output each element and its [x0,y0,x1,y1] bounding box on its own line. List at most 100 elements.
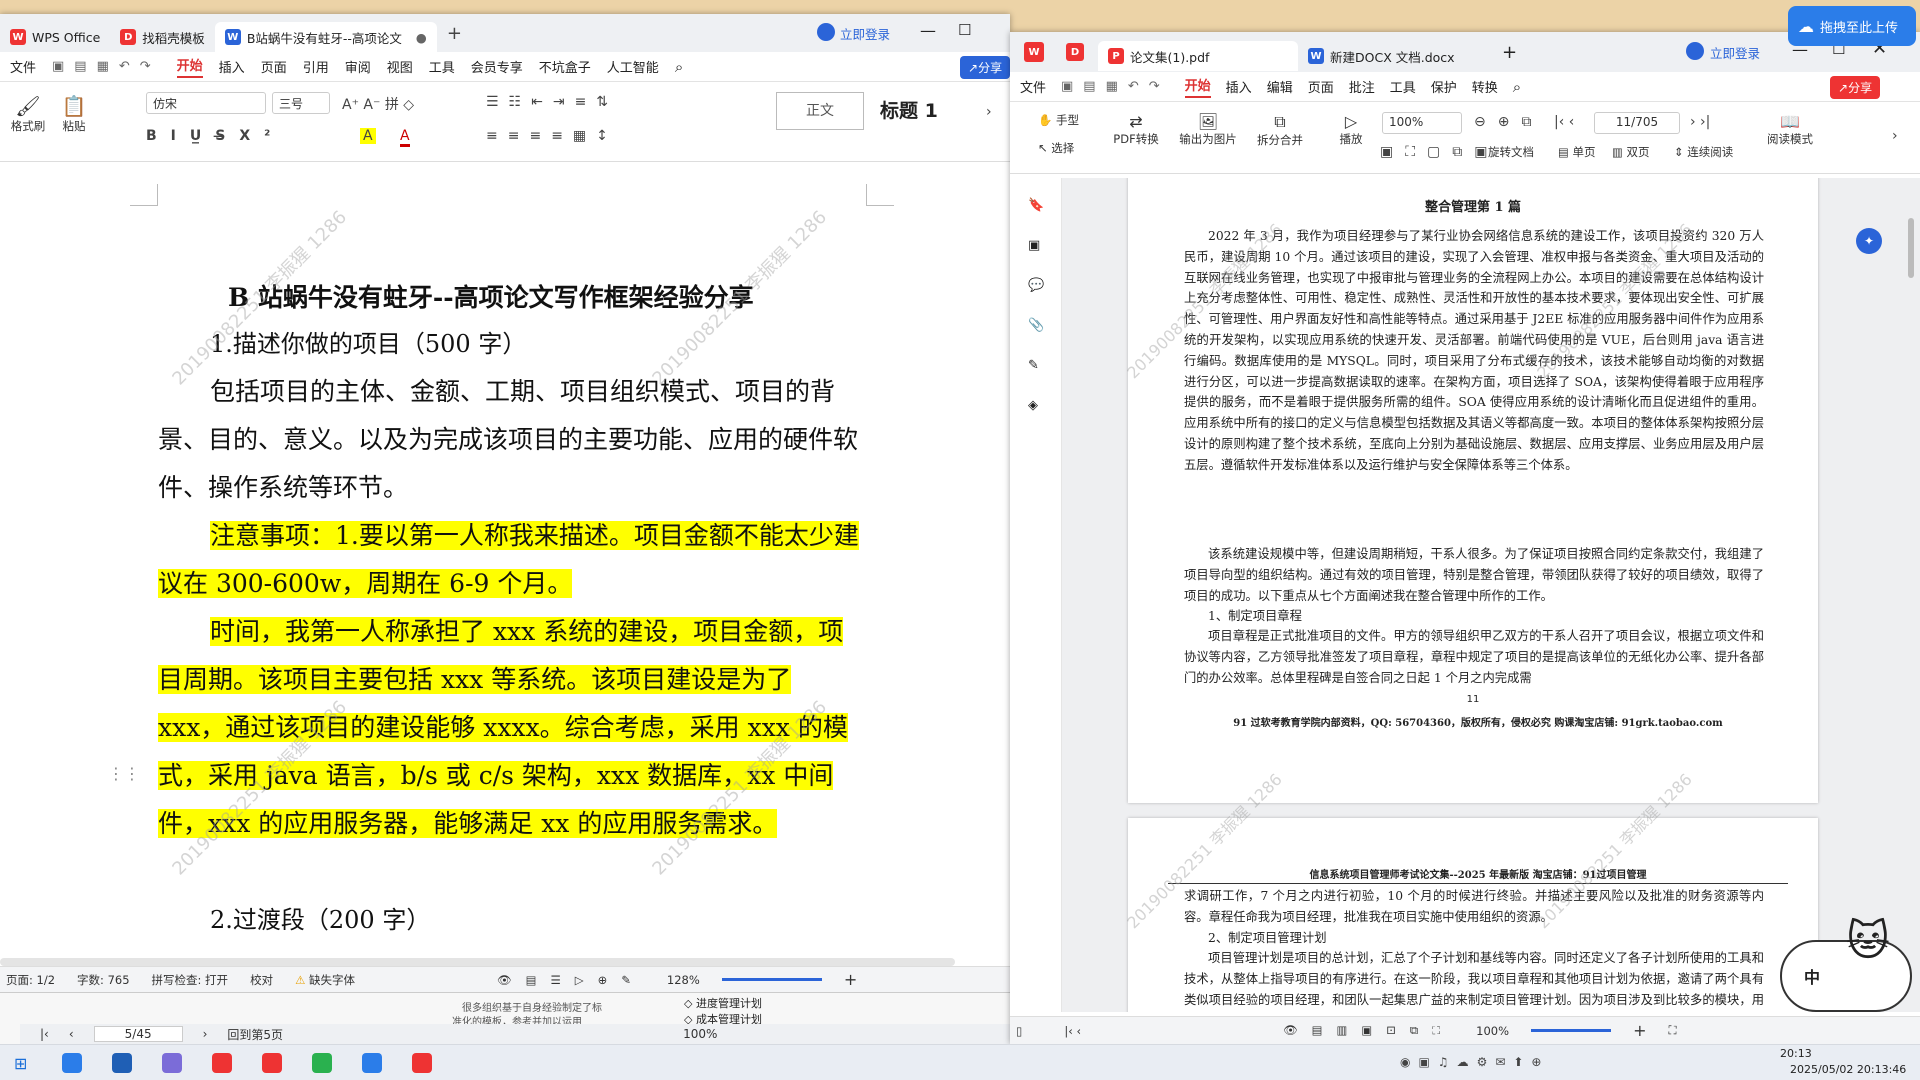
view-mode-icons[interactable]: 👁▤▥▣⊡⧉⛶ [1283,1023,1454,1038]
tab-docx[interactable]: W 新建DOCX 文档.docx [1298,41,1488,71]
status-spell[interactable]: 拼写检查: 打开 [152,972,229,988]
menu-tools[interactable]: 工具 [1390,77,1416,96]
page-next-icons[interactable]: › ›| [1690,114,1710,130]
status-proof[interactable]: 校对 [250,972,273,988]
export-image-button[interactable]: 🖼 输出为图片 [1178,112,1238,147]
font-color-icon[interactable]: A [400,128,410,147]
quick-tools-icon[interactable]: ▣▤▦↶↷ [1061,79,1170,94]
menu-view[interactable]: 视图 [387,57,413,76]
paste-button[interactable]: 📋 粘贴 [54,94,94,134]
minimize-icon[interactable]: — [920,21,936,40]
menu-insert[interactable]: 插入 [219,57,245,76]
horizontal-scrollbar[interactable] [0,958,955,966]
zoom-icons[interactable]: ⊖⊕⧉ [1474,114,1543,130]
bg-zoom[interactable]: 100% [683,1027,717,1041]
menu-convert[interactable]: 转换 [1472,77,1498,96]
grow-font-icon[interactable]: A⁺ A⁻ 拼 ◇ [342,94,414,114]
pdf-viewport[interactable]: 整合管理第 1 篇 2022 年 3 月，我作为项目经理参与了某行业协会网络信息… [1062,178,1920,1012]
thumbnail-icon[interactable]: ▣ [1028,238,1040,253]
feishu-icon[interactable] [362,1053,382,1073]
sidebar-toggle-icon[interactable]: ▯ [1016,1024,1022,1038]
menu-page[interactable]: 页面 [1308,77,1334,96]
attachment-icon[interactable]: 📎 [1028,318,1044,333]
pdf-zoom-select[interactable]: 100% [1382,112,1462,134]
page-nav-icons[interactable]: |‹ ‹ [1554,114,1574,130]
tray-time[interactable]: 20:13 [1780,1047,1812,1060]
zoom-in-icon[interactable]: + [1633,1021,1646,1040]
tab-pdf[interactable]: P 论文集(1).pdf [1098,41,1298,71]
tray-datetime[interactable]: 2025/05/02 20:13:46 [1790,1063,1906,1076]
font-size-select[interactable]: 三号 [272,92,330,114]
login-link[interactable]: 立即登录 [1710,43,1760,62]
rotate-button[interactable]: 旋转文档 [1488,144,1534,160]
align-icons[interactable]: ≡≡≡≡▦↕ [486,128,618,144]
single-page-button[interactable]: ▤ 单页 [1558,144,1596,160]
drag-upload-button[interactable]: ☁ 拖拽至此上传 [1788,6,1916,46]
signature-icon[interactable]: ✎ [1028,358,1039,373]
quick-tools-icon[interactable]: ▣▤▦↶↷ [52,59,161,74]
text-format-icons[interactable]: BIU̲S̶X² [146,128,284,144]
zoom-slider[interactable] [721,978,822,981]
menu-insert[interactable]: 插入 [1226,77,1252,96]
new-tab-icon[interactable]: + [447,23,462,44]
bookmark-icon[interactable]: 🔖 [1028,198,1044,213]
app-icon[interactable] [112,1053,132,1073]
layers-icon[interactable]: ◈ [1028,398,1038,413]
status-words[interactable]: 字数: 765 [77,972,129,988]
select-tool[interactable]: ↖ 选择 [1038,140,1074,156]
search-icon[interactable]: ⌕ [1513,78,1521,96]
prev-page-icon[interactable]: ‹ [69,1027,74,1041]
menu-file[interactable]: 文件 [1020,77,1046,96]
status-zoom[interactable]: 128% [667,973,700,987]
paragraph-icons[interactable]: ☰☷⇤⇥≡⇅ [486,94,618,110]
tab-document[interactable]: W B站蜗牛没有蛀牙--高项论文 ● [214,22,437,52]
share-button[interactable]: ↗分享 [960,56,1010,79]
double-page-button[interactable]: ▥ 双页 [1612,144,1650,160]
pdf-convert-button[interactable]: ⇄ PDF转换 [1108,112,1164,147]
menu-edit[interactable]: 编辑 [1267,77,1293,96]
pdf-status-zoom[interactable]: 100% [1476,1024,1509,1038]
menu-tools[interactable]: 工具 [429,57,455,76]
tab-close-icon[interactable]: ● [416,30,427,45]
view-mode-icons[interactable]: 👁▤☰▷⊕✎ [497,973,645,987]
login-link[interactable]: 立即登录 [840,24,890,43]
menu-reference[interactable]: 引用 [303,57,329,76]
zoom-slider[interactable] [1531,1029,1612,1032]
vertical-scrollbar[interactable] [1908,218,1914,278]
search-icon[interactable]: ⌕ [675,58,683,76]
toolbar-more-icon[interactable]: › [1892,128,1898,144]
new-tab-icon[interactable]: + [1502,42,1517,63]
style-normal[interactable]: 正文 [776,92,864,130]
wps-logo-icon[interactable]: W [1024,42,1044,62]
tab-template[interactable]: D 找稻壳模板 [110,22,215,52]
play-button[interactable]: ▷ 播放 [1336,112,1366,147]
style-more-icon[interactable]: › [986,104,992,120]
first-page-icon[interactable]: |‹ [40,1027,49,1041]
menu-file[interactable]: 文件 [10,57,36,76]
drag-handle-icon[interactable]: ⋮⋮ [108,764,140,783]
status-missing-font[interactable]: ⚠ 缺失字体 [295,972,355,988]
fullscreen-icon[interactable]: ⛶ [1668,1023,1676,1038]
menu-review[interactable]: 审阅 [345,57,371,76]
tab-wps-office[interactable]: W WPS Office [0,22,110,52]
page-nav-icons[interactable]: |‹ ‹ [1064,1024,1081,1038]
comment-icon[interactable]: 💬 [1028,278,1044,293]
tray-icons[interactable]: ◉▣♫☁⚙✉⬆⊕ [1400,1055,1550,1069]
menu-bukeng[interactable]: 不坑盒子 [539,57,591,76]
menu-home[interactable]: 开始 [1184,75,1211,98]
next-page-icon[interactable]: › [203,1027,208,1041]
ime-mascot[interactable]: 中 🐱 [1780,916,1912,1012]
zoom-in-icon[interactable]: + [844,970,857,989]
status-page[interactable]: 页面: 1/2 [6,972,55,988]
assistant-float-icon[interactable]: ✦ [1856,228,1882,254]
split-merge-button[interactable]: ⧉ 拆分合并 [1250,112,1310,148]
menu-protect[interactable]: 保护 [1431,77,1457,96]
browser-icon[interactable] [162,1053,182,1073]
font-family-select[interactable]: 仿宋 [146,92,266,114]
wps-taskbar-icon[interactable] [262,1053,282,1073]
wechat-icon[interactable] [312,1053,332,1073]
share-button[interactable]: ↗分享 [1830,76,1881,99]
pdf-page-input[interactable]: 11/705 [1594,112,1680,134]
writer-document[interactable]: B 站蜗牛没有蛀牙--高项论文写作框架经验分享 1.描述你做的项目（500 字）… [0,164,1010,956]
menu-member[interactable]: 会员专享 [471,57,523,76]
